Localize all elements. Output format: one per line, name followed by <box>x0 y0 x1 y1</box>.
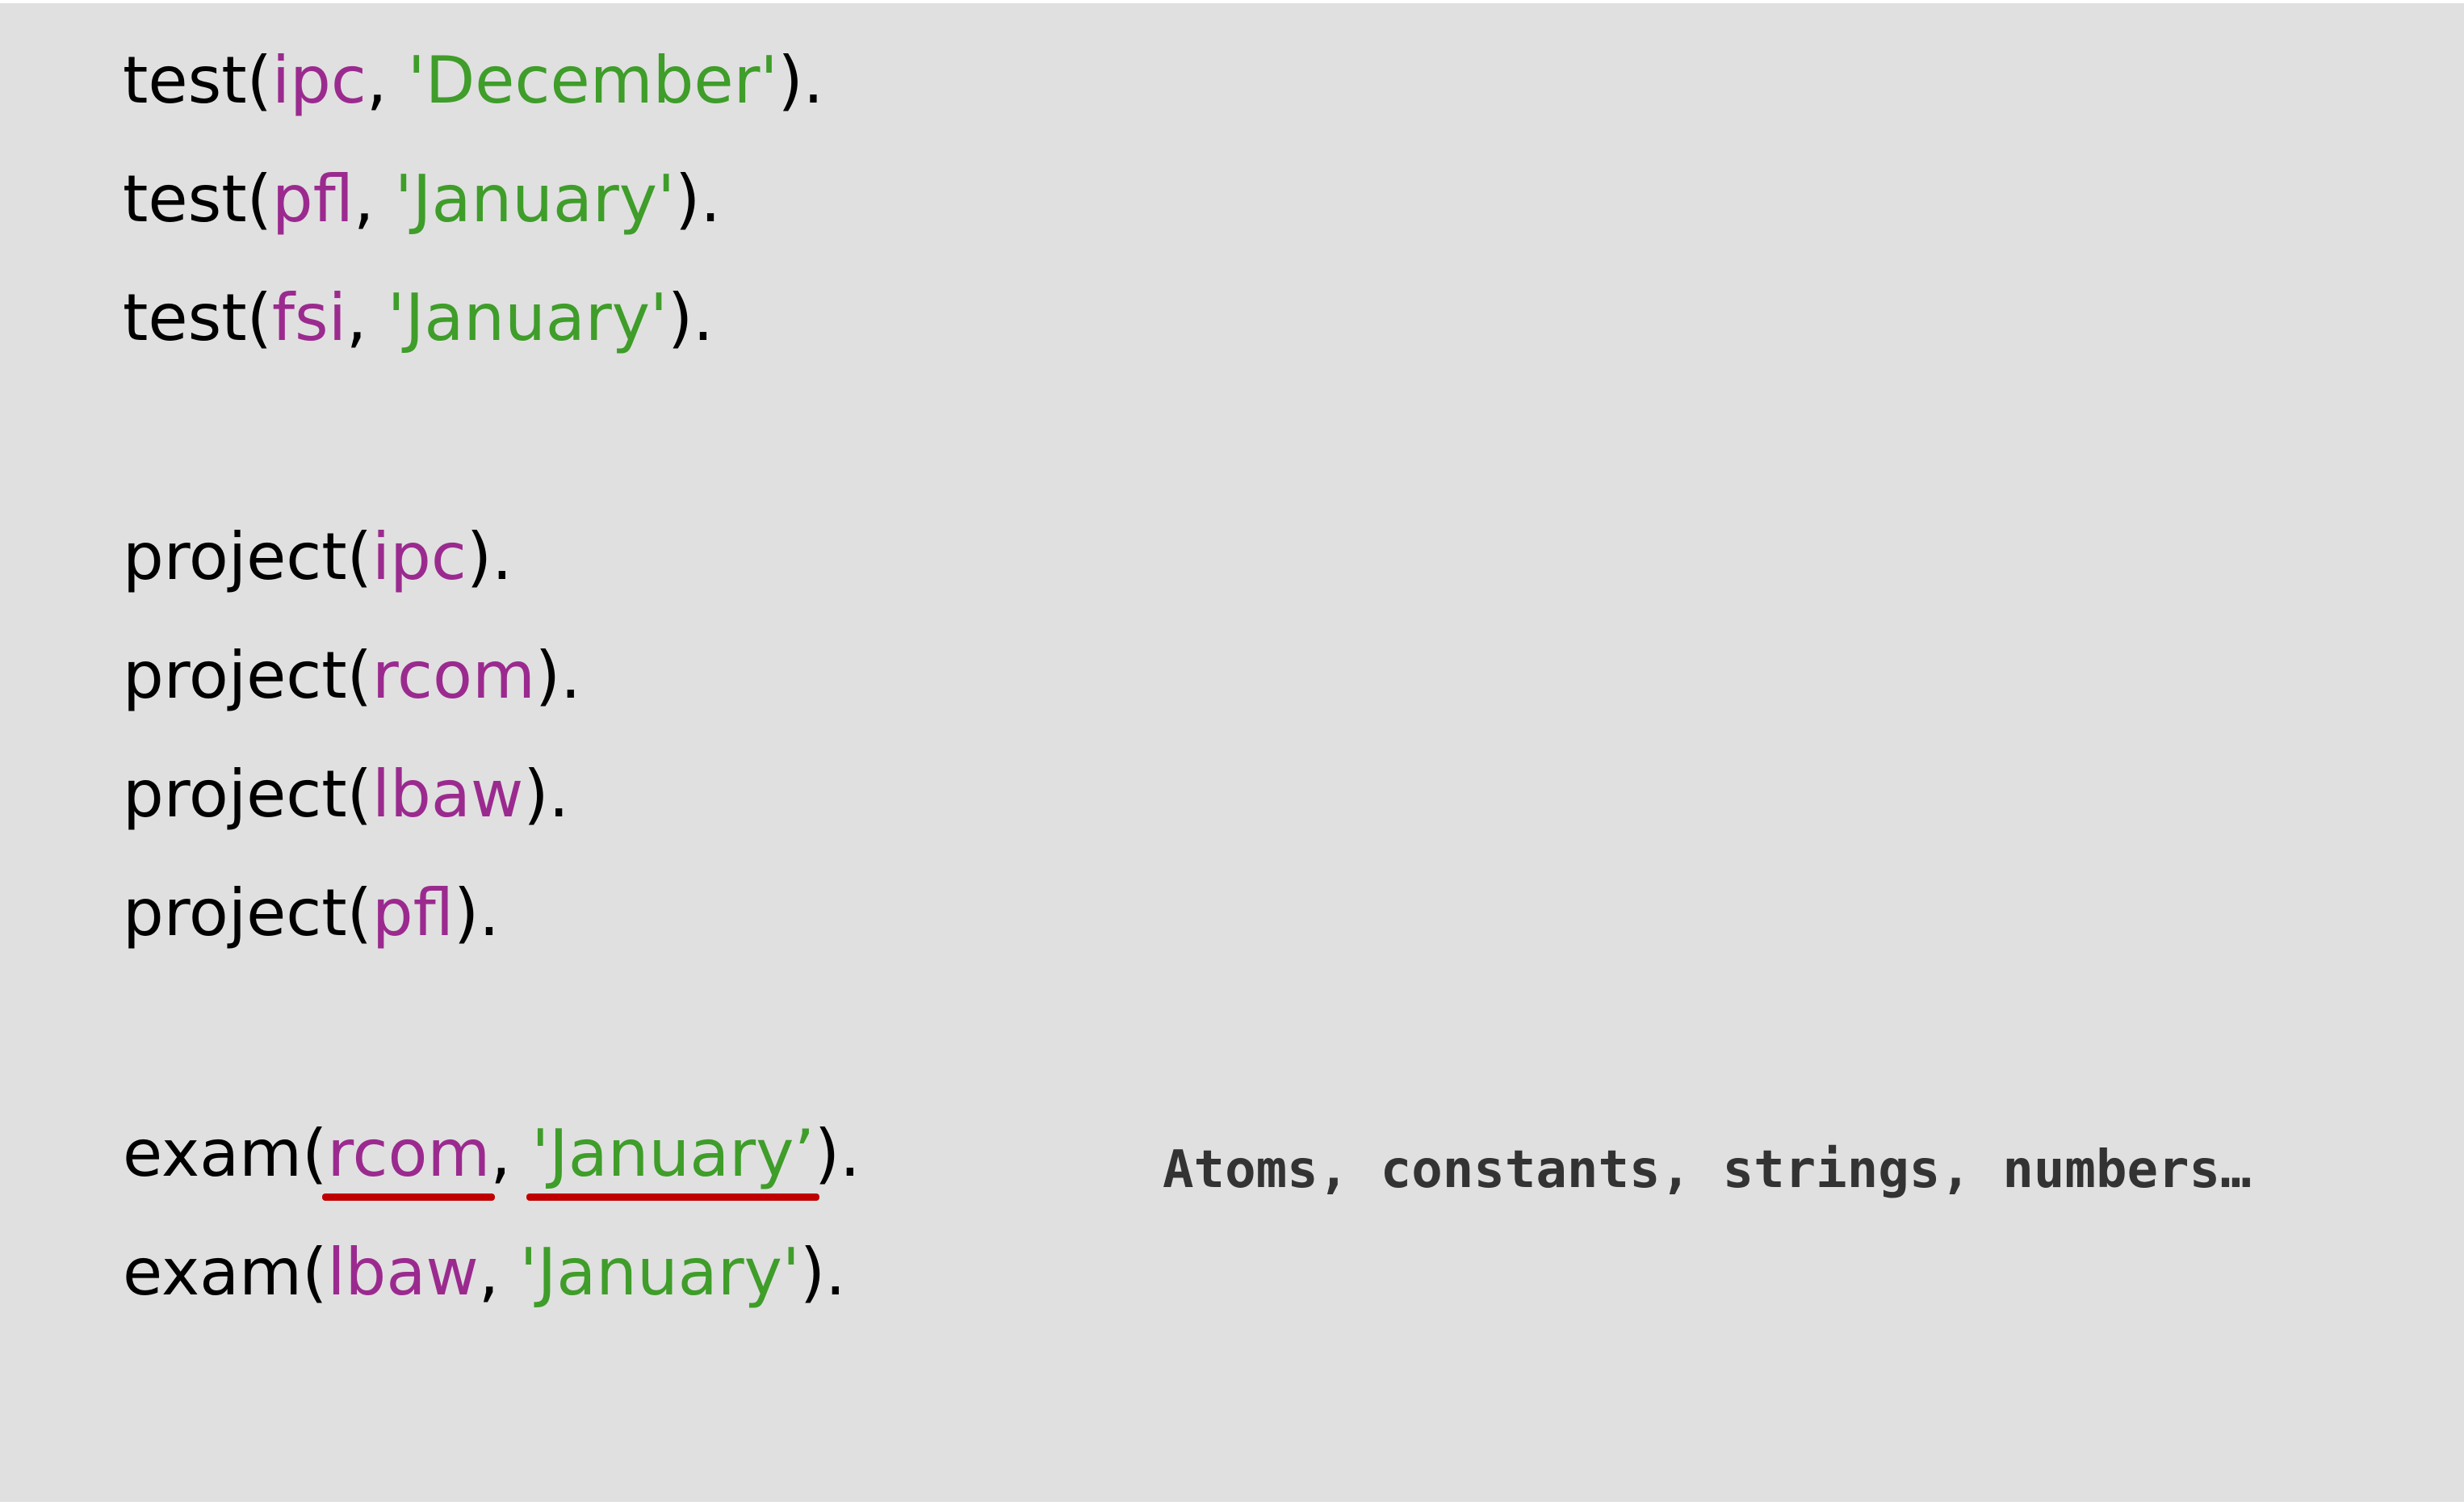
separator: , <box>346 280 388 355</box>
functor: test( <box>123 280 272 355</box>
functor: exam( <box>123 1116 328 1191</box>
atom: lbaw <box>327 1235 479 1310</box>
code-line-project-lbaw: project(lbaw). <box>123 754 569 835</box>
string: 'January' <box>519 1235 800 1310</box>
string-underlined: 'January’ <box>526 1114 819 1201</box>
terminator: ). <box>466 519 513 594</box>
code-line-test-fsi: test(fsi, 'January'). <box>123 278 714 359</box>
terminator: ). <box>675 162 721 237</box>
functor: project( <box>123 757 372 832</box>
terminator: ). <box>777 43 824 118</box>
atom: pfl <box>371 875 455 950</box>
code-line-test-ipc: test(ipc, 'December'). <box>123 40 823 121</box>
terminator: ). <box>799 1235 846 1310</box>
terminator: ). <box>668 280 714 355</box>
code-line-test-pfl: test(pfl, 'January'). <box>123 159 721 240</box>
atom-underlined: rcom <box>322 1114 496 1201</box>
atom: fsi <box>271 280 346 355</box>
code-line-project-pfl: project(pfl). <box>123 873 500 954</box>
functor: exam( <box>123 1235 328 1310</box>
code-panel: test(ipc, 'December'). test(pfl, 'Januar… <box>0 3 2464 1502</box>
terminator: ). <box>454 875 500 950</box>
functor: project( <box>123 519 372 594</box>
atom: ipc <box>271 43 367 118</box>
separator: , <box>490 1116 532 1191</box>
atom: pfl <box>271 162 354 237</box>
code-line-project-ipc: project(ipc). <box>123 517 513 598</box>
annotation-note: Atoms, constants, strings, numbers… <box>1163 1140 2252 1200</box>
terminator: ). <box>534 638 581 713</box>
code-line-project-rcom: project(rcom). <box>123 636 581 716</box>
string: 'December' <box>407 43 778 118</box>
atom: ipc <box>371 519 467 594</box>
functor: test( <box>123 162 272 237</box>
functor: test( <box>123 43 272 118</box>
separator: , <box>354 162 395 237</box>
terminator: ). <box>523 757 569 832</box>
code-line-exam-rcom: exam(rcom, 'January’). <box>123 1114 861 1201</box>
string: 'January' <box>394 162 676 237</box>
string: 'January' <box>387 280 668 355</box>
atom: rcom <box>371 638 535 713</box>
code-line-exam-lbaw: exam(lbaw, 'January'). <box>123 1232 846 1313</box>
functor: project( <box>123 875 372 950</box>
terminator: ). <box>814 1116 861 1191</box>
atom: lbaw <box>371 757 524 832</box>
separator: , <box>366 43 408 118</box>
separator: , <box>478 1235 520 1310</box>
functor: project( <box>123 638 372 713</box>
